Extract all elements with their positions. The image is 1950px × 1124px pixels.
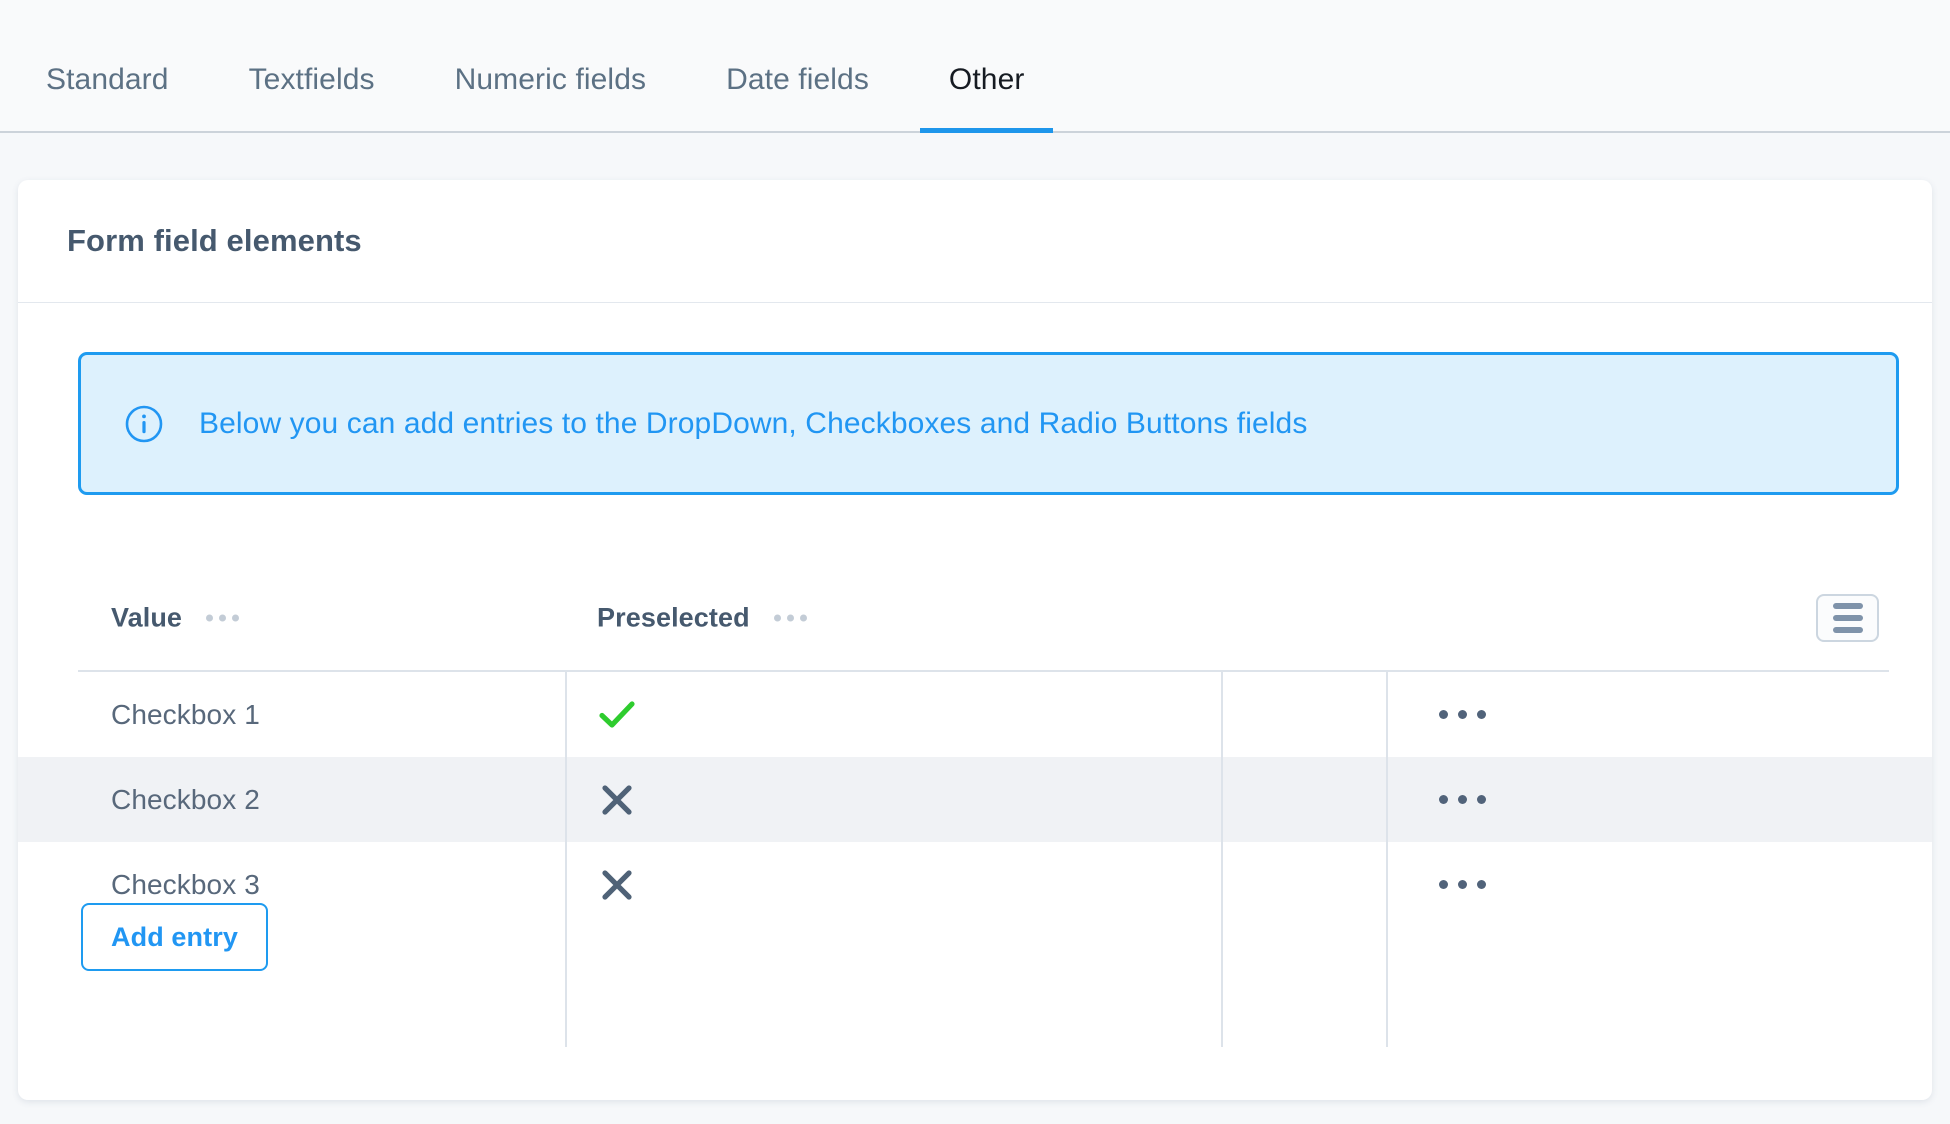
tab-numeric-fields[interactable]: Numeric fields [455,65,646,131]
column-header-label: Value [111,602,183,632]
tab-label: Numeric fields [454,63,647,96]
cell-value: Checkbox 1 [111,698,260,730]
table-row[interactable]: Checkbox 3 [18,842,1932,927]
cell-preselected [594,694,640,736]
table-row[interactable]: Checkbox 1 [18,672,1932,757]
cross-icon [596,864,638,906]
tab-label: Other [948,63,1025,96]
card-header: Form field elements [18,180,1932,303]
cell-value: Checkbox 2 [111,783,260,815]
check-icon [596,694,638,736]
column-header-label: Preselected [597,602,750,632]
tab-textfields[interactable]: Textfields [249,65,375,131]
add-entry-button[interactable]: Add entry [81,903,268,971]
column-header-preselected[interactable]: Preselected [597,602,807,633]
hamburger-icon[interactable] [1816,593,1879,642]
tab-standard[interactable]: Standard [46,65,169,131]
row-actions-ellipsis-icon[interactable] [1439,880,1486,889]
table-header-row: Value Preselected [78,565,1889,672]
cell-value: Checkbox 3 [111,868,260,900]
tab-bar: Standard Textfields Numeric fields Date … [0,0,1950,133]
ellipsis-icon[interactable] [773,614,807,621]
column-header-value[interactable]: Value [111,602,240,633]
cell-preselected [594,779,640,821]
tab-date-fields[interactable]: Date fields [726,65,869,131]
row-actions-ellipsis-icon[interactable] [1439,795,1486,804]
entries-table: Value Preselected Checkbox 1 Checkbox 2 … [18,565,1932,1047]
ellipsis-icon[interactable] [206,614,240,621]
cell-preselected [594,864,640,906]
table-row[interactable]: Checkbox 2 [18,757,1932,842]
cross-icon [596,779,638,821]
table-body: Checkbox 1 Checkbox 2 Checkbox 3 [18,672,1932,1047]
tab-label: Date fields [726,63,869,96]
tab-label: Textfields [248,63,375,96]
tab-other[interactable]: Other [920,63,1053,133]
tab-label: Standard [46,63,169,96]
info-banner-text: Below you can add entries to the DropDow… [199,406,1308,440]
page-title: Form field elements [67,223,362,258]
tab-list: Standard Textfields Numeric fields Date … [46,0,1053,133]
info-banner: Below you can add entries to the DropDow… [78,352,1899,495]
form-field-elements-card: Form field elements Below you can add en… [18,180,1932,1100]
info-circle-icon [125,405,163,443]
row-actions-ellipsis-icon[interactable] [1439,710,1486,719]
